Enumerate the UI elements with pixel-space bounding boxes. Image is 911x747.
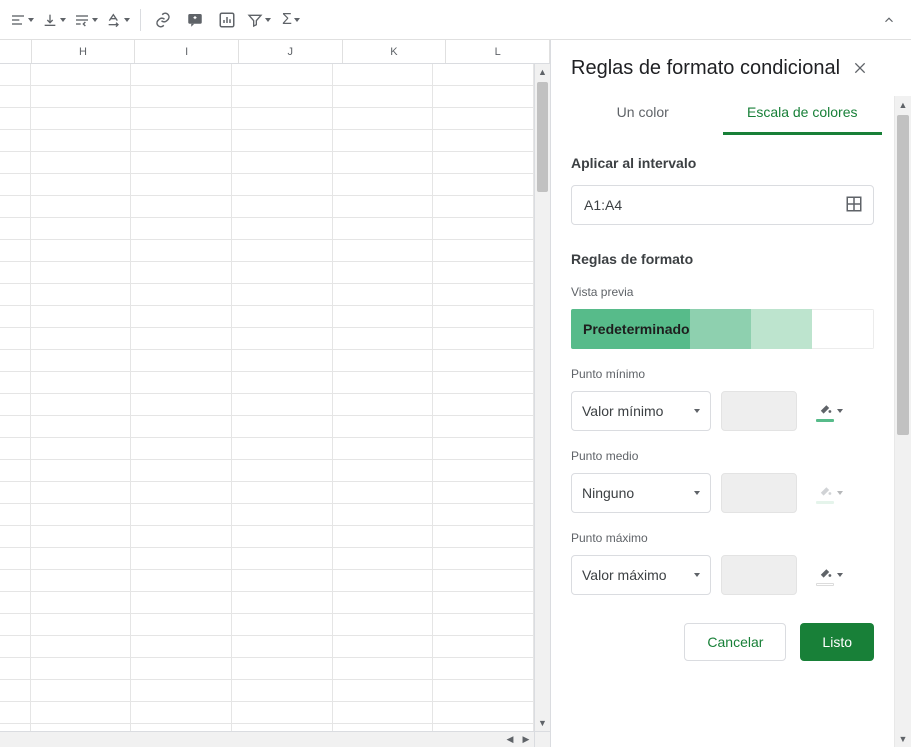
minpoint-value-input[interactable] bbox=[721, 391, 797, 431]
scroll-down-icon[interactable]: ▼ bbox=[535, 715, 550, 731]
insert-link-button[interactable] bbox=[148, 5, 178, 35]
conditional-format-panel: Reglas de formato condicional Un color E… bbox=[551, 40, 911, 747]
collapse-toolbar-button[interactable] bbox=[874, 5, 904, 35]
comment-add-icon bbox=[186, 11, 204, 29]
insert-comment-button[interactable] bbox=[180, 5, 210, 35]
insert-chart-button[interactable] bbox=[212, 5, 242, 35]
apply-range-heading: Aplicar al intervalo bbox=[571, 155, 874, 171]
toolbar: Σ bbox=[0, 0, 911, 40]
minpoint-type-select[interactable]: Valor mínimo bbox=[571, 391, 711, 431]
align-left-icon bbox=[10, 12, 26, 28]
chevron-down-icon bbox=[294, 18, 300, 22]
color-swatch bbox=[816, 583, 834, 586]
maxpoint-label: Punto máximo bbox=[571, 531, 874, 545]
scroll-thumb[interactable] bbox=[897, 115, 909, 435]
align-horizontal-button[interactable] bbox=[7, 5, 37, 35]
col-header[interactable]: J bbox=[239, 40, 343, 63]
link-icon bbox=[154, 11, 172, 29]
chevron-down-icon bbox=[837, 491, 843, 495]
grid-select-icon[interactable] bbox=[845, 195, 863, 216]
color-swatch bbox=[816, 501, 834, 504]
col-header[interactable]: H bbox=[32, 40, 136, 63]
chevron-down-icon bbox=[92, 18, 98, 22]
paint-icon bbox=[816, 401, 834, 415]
color-swatch bbox=[816, 419, 834, 422]
toolbar-separator bbox=[140, 9, 141, 31]
minpoint-label: Punto mínimo bbox=[571, 367, 874, 381]
text-rotate-icon bbox=[106, 12, 122, 28]
filter-icon bbox=[247, 12, 263, 28]
align-bottom-icon bbox=[42, 12, 58, 28]
col-header[interactable]: I bbox=[135, 40, 239, 63]
scroll-up-icon[interactable]: ▲ bbox=[895, 96, 911, 113]
chevron-down-icon bbox=[265, 18, 271, 22]
midpoint-value-input[interactable] bbox=[721, 473, 797, 513]
preview-label: Vista previa bbox=[571, 285, 874, 299]
panel-title: Reglas de formato condicional bbox=[571, 57, 846, 80]
chart-icon bbox=[218, 11, 236, 29]
chevron-down-icon bbox=[837, 573, 843, 577]
col-header[interactable]: K bbox=[343, 40, 447, 63]
paint-icon bbox=[816, 565, 834, 579]
chevron-down-icon bbox=[28, 18, 34, 22]
scroll-down-icon[interactable]: ▼ bbox=[895, 730, 911, 747]
col-header[interactable]: L bbox=[446, 40, 550, 63]
preview-text: Predeterminado bbox=[583, 321, 690, 337]
chevron-down-icon bbox=[694, 491, 700, 495]
scroll-right-icon[interactable]: ▶ bbox=[518, 734, 534, 745]
chevron-down-icon bbox=[837, 409, 843, 413]
vertical-scrollbar[interactable]: ▲ ▼ bbox=[534, 64, 550, 731]
done-button[interactable]: Listo bbox=[800, 623, 874, 661]
sigma-icon: Σ bbox=[282, 11, 292, 29]
midpoint-label: Punto medio bbox=[571, 449, 874, 463]
chevron-down-icon bbox=[60, 18, 66, 22]
spreadsheet: H I J K L ▲ ▼ ◀ ▶ bbox=[0, 40, 551, 747]
color-scale-preview[interactable]: Predeterminado bbox=[571, 309, 874, 349]
chevron-down-icon bbox=[694, 573, 700, 577]
cell-grid[interactable] bbox=[0, 64, 534, 731]
close-icon bbox=[852, 60, 868, 76]
scroll-up-icon[interactable]: ▲ bbox=[535, 64, 550, 80]
column-headers[interactable]: H I J K L bbox=[0, 40, 550, 64]
scroll-left-icon[interactable]: ◀ bbox=[502, 734, 518, 745]
midpoint-color-button[interactable] bbox=[807, 473, 851, 513]
scroll-thumb[interactable] bbox=[537, 82, 548, 192]
horizontal-scrollbar[interactable]: ◀ ▶ bbox=[0, 731, 534, 747]
range-input[interactable] bbox=[582, 196, 845, 214]
tab-color-scale[interactable]: Escala de colores bbox=[723, 94, 883, 135]
chevron-down-icon bbox=[694, 409, 700, 413]
paint-icon bbox=[816, 483, 834, 497]
maxpoint-color-button[interactable] bbox=[807, 555, 851, 595]
maxpoint-type-select[interactable]: Valor máximo bbox=[571, 555, 711, 595]
tab-single-color[interactable]: Un color bbox=[563, 94, 723, 135]
text-rotate-button[interactable] bbox=[103, 5, 133, 35]
functions-button[interactable]: Σ bbox=[276, 5, 306, 35]
cancel-button[interactable]: Cancelar bbox=[684, 623, 786, 661]
midpoint-type-select[interactable]: Ninguno bbox=[571, 473, 711, 513]
filter-button[interactable] bbox=[244, 5, 274, 35]
chevron-down-icon bbox=[124, 18, 130, 22]
minpoint-color-button[interactable] bbox=[807, 391, 851, 431]
chevron-up-icon bbox=[882, 13, 896, 27]
range-field[interactable] bbox=[571, 185, 874, 225]
text-wrap-icon bbox=[74, 12, 90, 28]
format-rules-heading: Reglas de formato bbox=[571, 251, 874, 267]
maxpoint-value-input[interactable] bbox=[721, 555, 797, 595]
close-button[interactable] bbox=[846, 54, 874, 82]
text-wrap-button[interactable] bbox=[71, 5, 101, 35]
panel-vertical-scrollbar[interactable]: ▲ ▼ bbox=[894, 96, 911, 747]
align-vertical-button[interactable] bbox=[39, 5, 69, 35]
